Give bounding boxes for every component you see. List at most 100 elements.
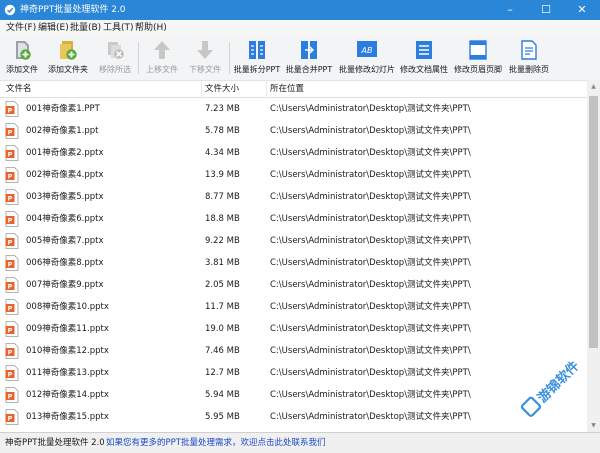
remove-selected-icon [108,42,124,59]
menu-help[interactable]: 帮助(H) [135,22,167,34]
modify-header-footer-button[interactable]: 修改页眉页脚 [452,38,504,78]
file-path-cell: C:\Users\Administrator\Desktop\测试文件夹\PPT… [270,390,471,400]
table-row[interactable]: P 008神奇像素10.pptx 11.7 MB C:\Users\Administr… [0,296,587,318]
contact-link[interactable]: 如果您有更多的PPT批量处理需求，欢迎点击此处联系我们 [106,437,325,449]
window-title: 神奇PPT批量处理软件 2.0 [20,5,126,15]
add-file-label: 添加文件 [6,65,38,74]
column-divider[interactable] [201,81,202,97]
svg-text:P: P [8,107,13,115]
modify-header-footer-label: 修改页眉页脚 [454,65,502,74]
menu-edit[interactable]: 编辑(E) [38,22,69,34]
table-row[interactable]: P 002神奇像素4.pptx 13.9 MB C:\Users\Administra… [0,164,587,186]
svg-text:P: P [8,239,13,247]
split-icon [249,41,265,59]
menu-batch[interactable]: 批量(B) [70,22,101,34]
status-bar: 神奇PPT批量处理软件 2.0 如果您有更多的PPT批量处理需求，欢迎点击此处联… [0,432,600,453]
table-header: 文件名 文件大小 所在位置 [0,81,587,98]
file-size-cell: 7.46 MB [205,346,240,356]
maximize-button[interactable]: ☐ [528,0,564,20]
file-name-cell: 008神奇像素10.pptx [26,302,109,312]
add-file-button[interactable]: 添加文件 [2,38,42,78]
scroll-up-button[interactable]: ▲ [587,80,600,93]
batch-merge-button[interactable]: 批量合并PPT [284,38,334,78]
svg-text:P: P [8,305,13,313]
table-row[interactable]: P 004神奇像素6.pptx 18.8 MB C:\Users\Administra… [0,208,587,230]
scroll-thumb[interactable] [589,96,598,348]
file-path-cell: C:\Users\Administrator\Desktop\测试文件夹\PPT… [270,126,471,136]
move-down-label: 下移文件 [189,65,221,74]
file-size-cell: 18.8 MB [205,214,240,224]
properties-icon [416,41,432,59]
file-name-cell: 001神奇像素2.pptx [26,148,104,158]
remove-selected-button[interactable]: 移除所选 [95,38,135,78]
minimize-button[interactable]: – [492,0,528,20]
menu-bar: 文件(F) 编辑(E) 批量(B) 工具(T) 帮助(H) [0,20,600,36]
batch-delete-pages-button[interactable]: 批量删除页 [506,38,552,78]
table-row[interactable]: P 007神奇像素9.pptx 2.05 MB C:\Users\Administra… [0,274,587,296]
move-up-button[interactable]: 上移文件 [142,38,182,78]
svg-text:P: P [8,415,13,423]
move-up-label: 上移文件 [146,65,178,74]
delete-page-icon [521,40,537,60]
merge-icon [301,41,317,59]
toolbar: 添加文件 添加文件夹 移除所选 上移文件 下移文件 批量拆分PPT 批量合并PP… [0,36,600,81]
vertical-scrollbar[interactable]: ▲ ▼ [587,80,600,432]
file-path-cell: C:\Users\Administrator\Desktop\测试文件夹\PPT… [270,236,471,246]
table-row[interactable]: P 005神奇像素7.pptx 9.22 MB C:\Users\Administra… [0,230,587,252]
table-row[interactable]: P 010神奇像素12.pptx 7.46 MB C:\Users\Administr… [0,340,587,362]
file-path-cell: C:\Users\Administrator\Desktop\测试文件夹\PPT… [270,170,471,180]
file-path-cell: C:\Users\Administrator\Desktop\测试文件夹\PPT… [270,192,471,202]
modify-properties-button[interactable]: 修改文档属性 [398,38,450,78]
svg-text:P: P [8,261,13,269]
table-row[interactable]: P 013神奇像素15.pptx 5.95 MB C:\Users\Administr… [0,406,587,428]
file-name-cell: 003神奇像素5.pptx [26,192,104,202]
menu-file[interactable]: 文件(F) [6,22,36,34]
column-divider[interactable] [266,81,267,97]
ppt-file-icon: P [5,299,19,315]
column-header-path[interactable]: 所在位置 [270,83,304,95]
header-footer-icon [469,40,487,60]
ppt-file-icon: P [5,189,19,205]
file-name-cell: 009神奇像素11.pptx [26,324,109,334]
file-size-cell: 4.34 MB [205,148,240,158]
batch-merge-label: 批量合并PPT [285,65,333,74]
file-size-cell: 8.77 MB [205,192,240,202]
table-row[interactable]: P 002神奇像素1.ppt 5.78 MB C:\Users\Administrat… [0,120,587,142]
file-list[interactable]: 文件名 文件大小 所在位置 P 001神奇像素1.PPT 7.23 MB C:\Use… [0,80,600,433]
ppt-file-icon: P [5,343,19,359]
column-header-name[interactable]: 文件名 [6,83,32,95]
ppt-file-icon: P [5,277,19,293]
table-row[interactable]: P 003神奇像素5.pptx 8.77 MB C:\Users\Administra… [0,186,587,208]
ppt-file-icon: P [5,101,19,117]
table-row[interactable]: P 001神奇像素2.pptx 4.34 MB C:\Users\Administra… [0,142,587,164]
table-row[interactable]: P 009神奇像素11.pptx 19.0 MB C:\Users\Administr… [0,318,587,340]
svg-text:P: P [8,393,13,401]
table-row[interactable]: P 006神奇像素8.pptx 3.81 MB C:\Users\Administra… [0,252,587,274]
batch-modify-slides-button[interactable]: AB 批量修改幻灯片 [338,38,396,78]
table-row[interactable]: P 012神奇像素14.pptx 5.94 MB C:\Users\Administr… [0,384,587,406]
menu-tools[interactable]: 工具(T) [103,22,134,34]
arrow-down-icon [197,41,213,59]
svg-text:P: P [8,129,13,137]
file-size-cell: 5.95 MB [205,412,240,422]
svg-text:P: P [8,349,13,357]
file-path-cell: C:\Users\Administrator\Desktop\测试文件夹\PPT… [270,368,471,378]
ppt-file-icon: P [5,145,19,161]
ppt-file-icon: P [5,211,19,227]
file-name-cell: 007神奇像素9.pptx [26,280,104,290]
column-header-size[interactable]: 文件大小 [205,83,239,95]
file-name-cell: 001神奇像素1.PPT [26,104,100,114]
ppt-file-icon: P [5,167,19,183]
move-down-button[interactable]: 下移文件 [185,38,225,78]
close-button[interactable]: ✕ [564,0,600,20]
file-size-cell: 7.23 MB [205,104,240,114]
svg-text:P: P [8,217,13,225]
file-path-cell: C:\Users\Administrator\Desktop\测试文件夹\PPT… [270,324,471,334]
table-row[interactable]: P 001神奇像素1.PPT 7.23 MB C:\Users\Administrat… [0,98,587,120]
svg-text:P: P [8,371,13,379]
table-row[interactable]: P 011神奇像素13.pptx 12.7 MB C:\Users\Administr… [0,362,587,384]
batch-split-button[interactable]: 批量拆分PPT [232,38,282,78]
add-folder-button[interactable]: 添加文件夹 [44,38,92,78]
scroll-down-button[interactable]: ▼ [587,419,600,432]
file-path-cell: C:\Users\Administrator\Desktop\测试文件夹\PPT… [270,258,471,268]
